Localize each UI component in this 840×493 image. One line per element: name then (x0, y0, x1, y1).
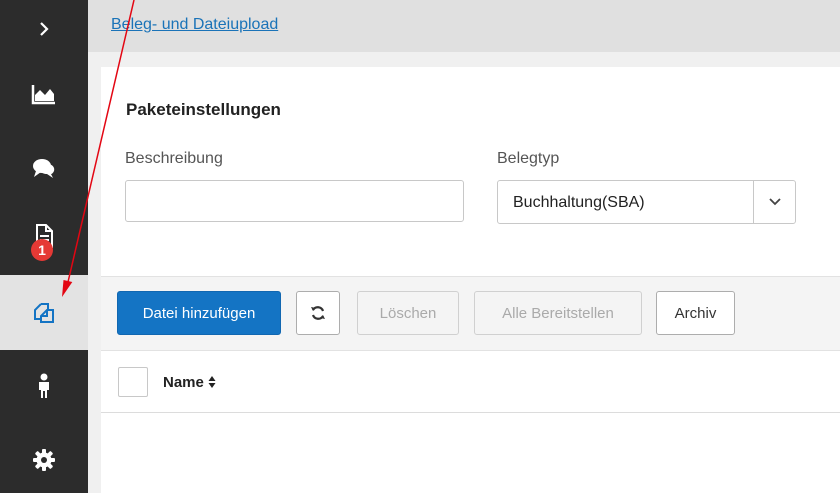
description-field[interactable] (125, 180, 464, 222)
copy-files-icon (34, 302, 54, 323)
add-file-button[interactable]: Datei hinzufügen (117, 291, 281, 335)
release-all-button[interactable]: Alle Bereitstellen (474, 291, 642, 335)
expand-sidebar-button[interactable] (0, 4, 88, 54)
archive-button[interactable]: Archiv (656, 291, 735, 335)
sidebar-item-dashboard[interactable] (0, 66, 88, 122)
document-type-label: Belegtyp (497, 150, 560, 167)
person-icon (39, 373, 49, 398)
sidebar: 1 (0, 0, 88, 493)
select-all-checkbox[interactable] (118, 367, 148, 397)
breadcrumb-link[interactable]: Beleg- und Dateiupload (111, 16, 278, 34)
panel-title: Paketeinstellungen (126, 100, 281, 119)
sidebar-item-settings[interactable] (0, 432, 88, 488)
sidebar-item-upload[interactable] (0, 275, 88, 350)
column-header-name[interactable]: Name (163, 374, 204, 391)
sidebar-item-profile[interactable] (0, 358, 88, 414)
chevron-down-icon (768, 198, 781, 206)
description-label: Beschreibung (125, 150, 223, 167)
gear-icon (33, 449, 55, 471)
area-chart-icon (31, 85, 55, 105)
refresh-button[interactable] (296, 291, 340, 335)
document-type-dropdown-button[interactable] (753, 181, 795, 223)
document-type-value: Buchhaltung(SBA) (513, 194, 645, 211)
sidebar-item-messages[interactable] (0, 140, 88, 196)
notification-badge: 1 (31, 239, 53, 261)
delete-button[interactable]: Löschen (357, 291, 459, 335)
refresh-icon (311, 306, 325, 320)
sort-icon[interactable] (208, 375, 216, 389)
chat-bubbles-icon (33, 159, 55, 178)
chevron-right-icon (40, 22, 49, 36)
